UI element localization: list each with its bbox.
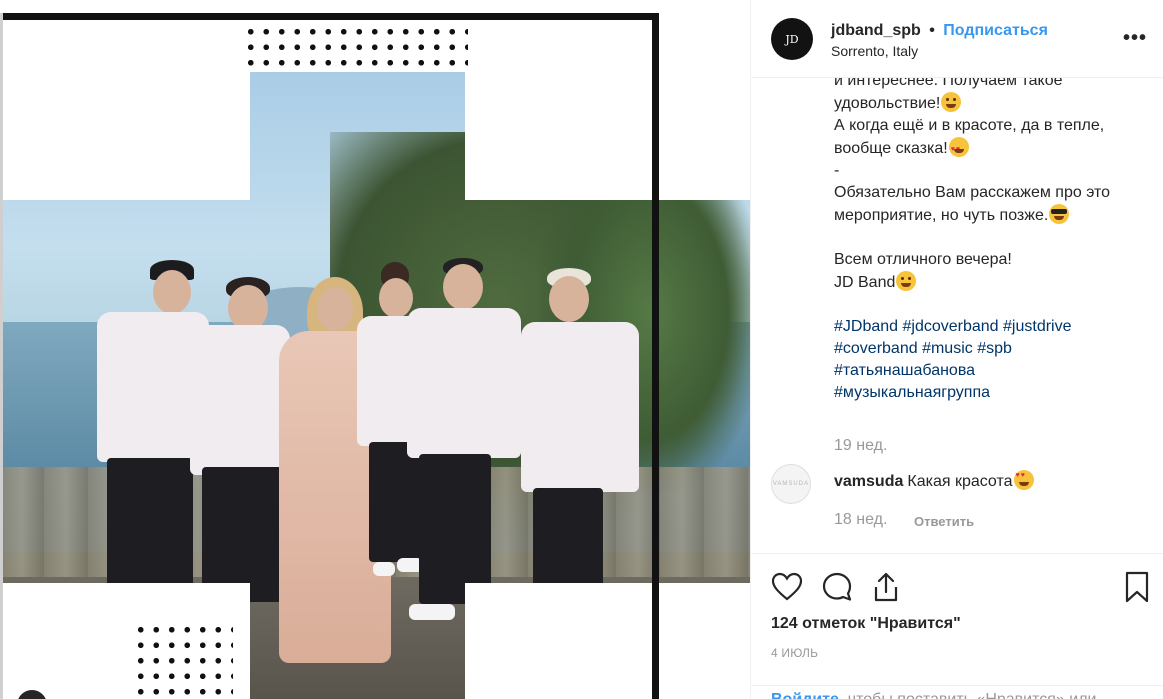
comments-scroll-area[interactable]: и интереснее. Получаем такое удовольстви… bbox=[751, 78, 1163, 548]
sunglasses-emoji bbox=[1049, 204, 1070, 224]
post-image[interactable] bbox=[0, 0, 750, 699]
follow-button[interactable]: Подписаться bbox=[943, 22, 1048, 39]
hashtag-link[interactable]: #татьянашабанова bbox=[834, 362, 975, 379]
hashtag-link[interactable]: #spb bbox=[977, 340, 1012, 357]
hashtag-line: #coverband #music #spb bbox=[834, 338, 1144, 360]
comment-username[interactable]: vamsuda bbox=[834, 473, 903, 490]
caption-line: JD Band bbox=[834, 271, 1144, 294]
hashtag-line: #татьянашабанова bbox=[834, 360, 1144, 382]
avatar-logo: JD bbox=[785, 32, 799, 46]
comment-text: Какая красота bbox=[907, 473, 1013, 490]
likes-count[interactable]: 124 отметок "Нравится" bbox=[771, 615, 961, 633]
caption-line: и интереснее. Получаем такое bbox=[834, 78, 1063, 89]
hashtag-link[interactable]: #JDband bbox=[834, 318, 898, 335]
caption-timestamp[interactable]: 19 нед. bbox=[834, 437, 887, 455]
more-options-icon[interactable]: ••• bbox=[1123, 28, 1147, 48]
caption-line-text: JD Band bbox=[834, 274, 896, 291]
hashtag-line: #музыкальнаягруппа bbox=[834, 382, 1144, 404]
avatar[interactable]: JD bbox=[771, 18, 813, 60]
band-member bbox=[405, 258, 525, 638]
caption-line: вообще сказка! bbox=[834, 137, 1144, 161]
hashtag-link[interactable]: #justdrive bbox=[1003, 318, 1071, 335]
caption-line: мероприятие, но чуть позже. bbox=[834, 204, 1144, 227]
band-member bbox=[515, 268, 645, 598]
dot-pattern-bottom bbox=[133, 622, 233, 699]
caption-line: удовольствие! bbox=[834, 92, 1144, 115]
reply-button[interactable]: Ответить bbox=[914, 514, 974, 529]
hashtag-link[interactable]: #music bbox=[922, 340, 973, 357]
heart-eyes-emoji bbox=[948, 137, 969, 161]
frame-block-top-left bbox=[0, 0, 250, 200]
post-actions: 124 отметок "Нравится" 4 июль Войдите, ч… bbox=[751, 553, 1163, 699]
login-link[interactable]: Войдите bbox=[771, 691, 839, 699]
frame-block-bottom-right bbox=[465, 583, 750, 699]
post-date[interactable]: 4 июль bbox=[771, 646, 818, 660]
hashtag-line: #JDband #jdcoverband #justdrive bbox=[834, 316, 1144, 338]
dot-pattern-top bbox=[243, 24, 468, 72]
hashtag-link[interactable]: #coverband bbox=[834, 340, 918, 357]
comment-avatar[interactable]: VAMSUDA bbox=[771, 464, 811, 504]
share-icon[interactable] bbox=[870, 571, 902, 603]
login-prompt-rest: , чтобы поставить «Нравится» или bbox=[839, 691, 1097, 699]
caption-line: - bbox=[834, 162, 840, 179]
login-prompt: Войдите, чтобы поставить «Нравится» или bbox=[751, 685, 1163, 699]
caption-line-text: мероприятие, но чуть позже. bbox=[834, 207, 1049, 224]
comment-icon[interactable] bbox=[821, 571, 853, 603]
username-link[interactable]: jdband_spb bbox=[831, 22, 921, 39]
heart-eyes-emoji bbox=[1013, 470, 1034, 490]
post-header: JD jdband_spb • Подписаться Sorrento, It… bbox=[751, 0, 1163, 78]
wink-emoji bbox=[941, 92, 962, 112]
login-prompt-text: Войдите, чтобы поставить «Нравится» или bbox=[771, 691, 1096, 699]
frame-block-top-right bbox=[465, 0, 750, 200]
bookmark-icon[interactable] bbox=[1121, 571, 1153, 603]
hashtag-link[interactable]: #jdcoverband bbox=[903, 318, 999, 335]
post-panel: JD jdband_spb • Подписаться Sorrento, It… bbox=[750, 0, 1163, 699]
frame-line-horizontal bbox=[3, 13, 659, 20]
header-user-line: jdband_spb • Подписаться bbox=[831, 22, 1048, 40]
hashtag-link[interactable]: #музыкальнаягруппа bbox=[834, 384, 990, 401]
caption-line-text: вообще сказка! bbox=[834, 140, 948, 157]
smile-emoji bbox=[896, 271, 917, 291]
comment-timestamp[interactable]: 18 нед. bbox=[834, 511, 887, 529]
caption-line: А когда ещё и в красоте, да в тепле, bbox=[834, 117, 1105, 134]
comment-item: VAMSUDA vamsudaКакая красота 18 нед. Отв… bbox=[751, 460, 1163, 540]
post-caption: и интереснее. Получаем такое удовольстви… bbox=[834, 78, 1144, 404]
comment-avatar-text: VAMSUDA bbox=[772, 481, 810, 487]
band-member bbox=[188, 277, 290, 607]
location-link[interactable]: Sorrento, Italy bbox=[831, 43, 918, 59]
caption-line-text: удовольствие! bbox=[834, 95, 941, 112]
heart-icon[interactable] bbox=[771, 571, 803, 603]
separator-dot: • bbox=[929, 22, 935, 39]
comment-body: vamsuda Какая красота bbox=[834, 470, 1034, 491]
frame-line-vertical bbox=[652, 13, 659, 699]
frame-line-left bbox=[0, 13, 3, 699]
caption-line: Всем отличного вечера! bbox=[834, 251, 1012, 268]
caption-line: Обязательно Вам расскажем про это bbox=[834, 184, 1111, 201]
